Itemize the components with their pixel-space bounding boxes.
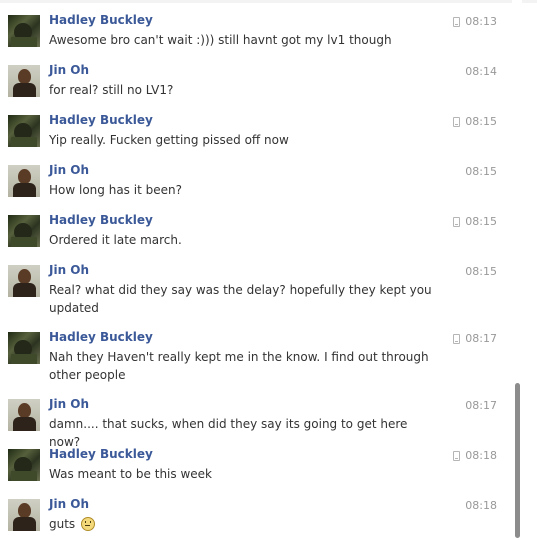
message-text: damn.... that sucks, when did they say i… (49, 417, 408, 449)
avatar[interactable] (8, 165, 40, 197)
sender-name[interactable]: Hadley Buckley (49, 13, 153, 27)
sender-name[interactable]: Hadley Buckley (49, 330, 153, 344)
message-meta: 08:17 (453, 332, 497, 345)
sender-name[interactable]: Hadley Buckley (49, 447, 153, 461)
timestamp: 08:15 (465, 265, 497, 278)
message-text: Real? what did they say was the delay? h… (49, 283, 432, 315)
scrollbar-thumb[interactable] (515, 383, 520, 538)
scrollbar-track[interactable] (512, 0, 522, 540)
chat-conversation: Hadley Buckley Awesome bro can't wait :)… (0, 0, 520, 540)
message-meta: 08:15 (465, 265, 497, 278)
mobile-phone-icon (453, 216, 461, 227)
mobile-phone-icon (453, 16, 461, 27)
mobile-phone-icon (453, 333, 461, 344)
sender-name[interactable]: Jin Oh (49, 63, 89, 77)
message-meta: 08:15 (453, 115, 497, 128)
frown-emoji-icon (81, 517, 96, 531)
timestamp: 08:15 (465, 165, 497, 178)
timestamp: 08:15 (465, 215, 497, 228)
message-text: Nah they Haven't really kept me in the k… (49, 350, 429, 382)
avatar[interactable] (8, 399, 40, 431)
message-text: Awesome bro can't wait :))) still havnt … (49, 33, 392, 47)
mobile-phone-icon (453, 116, 461, 127)
sender-name[interactable]: Hadley Buckley (49, 213, 153, 227)
sender-name[interactable]: Jin Oh (49, 397, 89, 411)
message-meta: 08:18 (465, 499, 497, 512)
sender-name[interactable]: Jin Oh (49, 497, 89, 511)
timestamp: 08:15 (465, 115, 497, 128)
message-text: Yip really. Fucken getting pissed off no… (49, 133, 289, 147)
avatar[interactable] (8, 115, 40, 147)
message-meta: 08:17 (465, 399, 497, 412)
message-text: for real? still no LV1? (49, 83, 174, 97)
sender-name[interactable]: Jin Oh (49, 263, 89, 277)
avatar[interactable] (8, 15, 40, 47)
message-meta: 08:18 (453, 449, 497, 462)
timestamp: 08:17 (465, 332, 497, 345)
sender-name[interactable]: Hadley Buckley (49, 113, 153, 127)
avatar[interactable] (8, 449, 40, 481)
message-text: How long has it been? (49, 183, 182, 197)
message-meta: 08:15 (453, 215, 497, 228)
avatar[interactable] (8, 499, 40, 531)
message-meta: 08:14 (465, 65, 497, 78)
avatar[interactable] (8, 332, 40, 364)
timestamp: 08:14 (465, 65, 497, 78)
message-text: Ordered it late march. (49, 233, 182, 247)
avatar[interactable] (8, 215, 40, 247)
mobile-phone-icon (453, 450, 461, 461)
message-meta: 08:15 (465, 165, 497, 178)
message-text: Was meant to be this week (49, 467, 212, 481)
avatar[interactable] (8, 65, 40, 97)
timestamp: 08:18 (465, 499, 497, 512)
timestamp: 08:18 (465, 449, 497, 462)
timestamp: 08:17 (465, 399, 497, 412)
avatar[interactable] (8, 265, 40, 297)
message-text-content: guts (49, 517, 76, 531)
message-text: guts (49, 515, 434, 533)
timestamp: 08:13 (465, 15, 497, 28)
message-meta: 08:13 (453, 15, 497, 28)
sender-name[interactable]: Jin Oh (49, 163, 89, 177)
